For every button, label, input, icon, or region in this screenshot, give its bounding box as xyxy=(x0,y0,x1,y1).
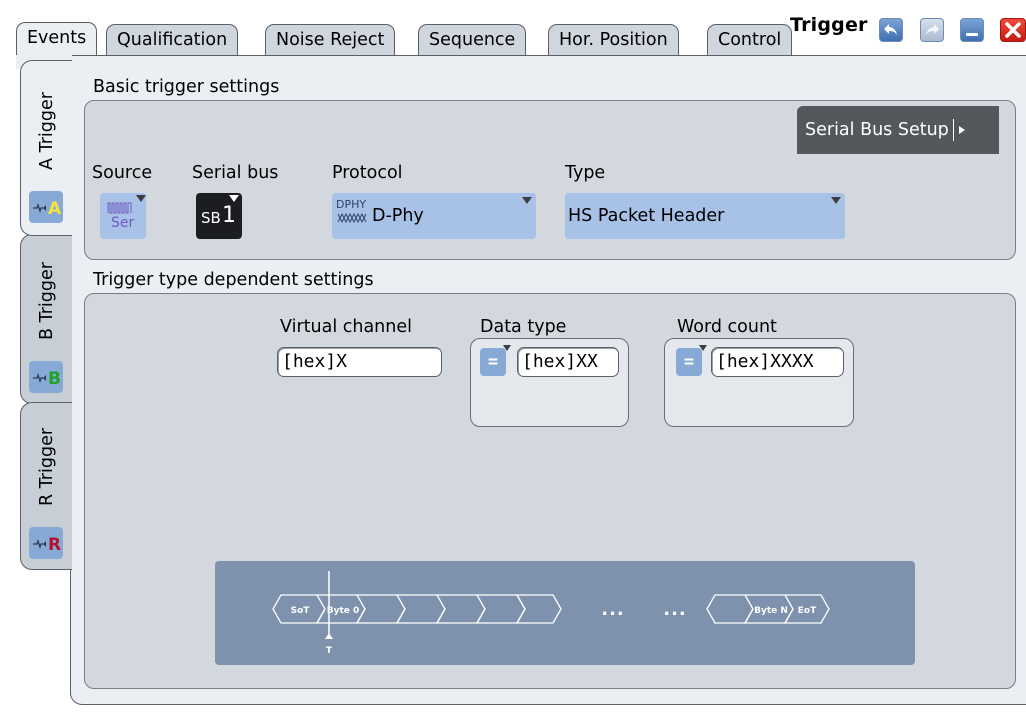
data-type-field[interactable]: [hex]XX xyxy=(517,347,619,377)
undo-button[interactable] xyxy=(879,18,903,42)
serial-bus-setup-label: Serial Bus Setup xyxy=(805,120,949,140)
packet-diagram: T SoT Byte 0 ... ... Byte N EoT xyxy=(215,561,915,665)
serial-bus-selector[interactable]: SB 1 xyxy=(196,193,242,239)
side-tab-b-trigger[interactable]: B Trigger B xyxy=(20,234,72,404)
protocol-label: Protocol xyxy=(332,163,403,183)
operator-label: = xyxy=(683,352,695,372)
side-tab-r-trigger[interactable]: R Trigger R xyxy=(20,402,72,570)
svg-text:B: B xyxy=(48,369,61,388)
operator-label: = xyxy=(487,352,499,372)
byte-segment xyxy=(435,594,486,624)
serial-bus-label: Serial bus xyxy=(192,163,279,183)
source-value: Ser xyxy=(111,215,135,231)
virtual-channel-field[interactable]: [hex]X xyxy=(277,347,442,377)
tab-noise-reject[interactable]: Noise Reject xyxy=(265,24,396,55)
trigger-r-icon: R xyxy=(29,527,63,559)
serial-bus-number: 1 xyxy=(222,203,236,228)
tab-control[interactable]: Control xyxy=(707,24,793,55)
word-count-operator[interactable]: = xyxy=(676,348,702,376)
trigger-b-icon: B xyxy=(29,361,63,393)
dependent-settings-label: Trigger type dependent settings xyxy=(93,270,374,290)
byten-label: Byte N xyxy=(754,606,788,616)
eot-label: EoT xyxy=(798,606,817,616)
type-dropdown[interactable]: HS Packet Header xyxy=(565,193,845,239)
redo-button[interactable] xyxy=(920,18,944,42)
trigger-marker-label: T xyxy=(326,646,333,656)
tab-sequence[interactable]: Sequence xyxy=(418,24,527,55)
protocol-dropdown[interactable]: DPHY D-Phy xyxy=(332,193,536,239)
sot-label: SoT xyxy=(291,606,311,616)
byte0-label: Byte 0 xyxy=(327,606,360,616)
byte-segment xyxy=(355,594,406,624)
redo-icon xyxy=(926,24,939,35)
tab-hor-position[interactable]: Hor. Position xyxy=(548,24,679,55)
minimize-icon xyxy=(966,33,978,36)
byte-segment xyxy=(395,594,446,624)
minimize-button[interactable] xyxy=(960,18,984,42)
close-icon xyxy=(1005,22,1021,38)
undo-icon xyxy=(884,24,897,35)
serial-bus-setup-button[interactable]: Serial Bus Setup xyxy=(797,106,999,154)
window-title: Trigger xyxy=(790,14,868,36)
close-button[interactable] xyxy=(1000,18,1026,42)
tab-qualification[interactable]: Qualification xyxy=(106,24,239,55)
side-tab-label: B Trigger xyxy=(36,262,57,340)
svg-text:A: A xyxy=(48,199,61,218)
ellipsis-left: ... xyxy=(601,599,625,620)
basic-settings-label: Basic trigger settings xyxy=(93,77,280,97)
ellipsis-right: ... xyxy=(663,599,687,620)
type-label: Type xyxy=(565,163,606,183)
word-count-label: Word count xyxy=(677,317,777,337)
packet-diagram-svg: T SoT Byte 0 ... ... Byte N EoT xyxy=(272,571,830,656)
data-type-operator[interactable]: = xyxy=(480,348,506,376)
byte-segment xyxy=(475,594,526,624)
trigger-a-icon: A xyxy=(29,191,63,223)
word-count-field[interactable]: [hex]XXXX xyxy=(711,347,844,377)
side-tab-label: A Trigger xyxy=(36,92,57,170)
side-tab-label: R Trigger xyxy=(36,427,57,507)
byte-segment xyxy=(515,594,562,624)
tab-events[interactable]: Events xyxy=(16,22,98,55)
protocol-value: D-Phy xyxy=(372,206,424,226)
serial-bus-prefix: SB xyxy=(201,209,221,227)
dphy-icon: DPHY xyxy=(336,199,372,233)
source-selector[interactable]: Ser xyxy=(100,193,146,239)
data-type-label: Data type xyxy=(480,317,567,337)
virtual-channel-label: Virtual channel xyxy=(280,317,412,337)
svg-text:R: R xyxy=(48,535,61,554)
trigger-marker-arrow xyxy=(325,633,333,639)
type-value: HS Packet Header xyxy=(568,206,725,226)
source-label: Source xyxy=(92,163,153,183)
side-tab-a-trigger[interactable]: A Trigger A xyxy=(20,60,72,236)
arrow-right-icon xyxy=(958,126,965,134)
byte-segment xyxy=(706,594,754,624)
